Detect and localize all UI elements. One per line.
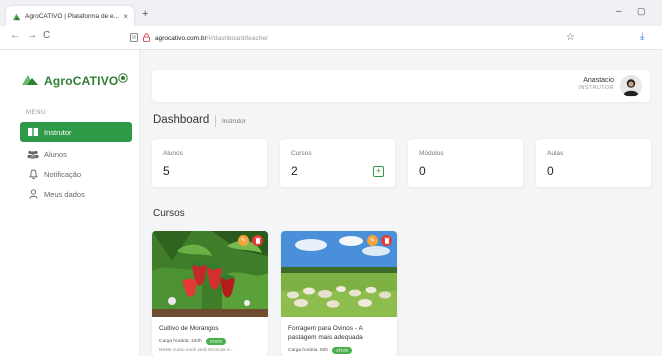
address-bar[interactable]: agrocativo.com.br/#/dashboard/teacher [130,33,268,44]
avatar[interactable] [620,75,642,97]
tab-close-icon[interactable]: × [123,12,128,21]
sidebar-item-meus-dados[interactable]: Meus dados [20,184,132,204]
page-icon [130,33,138,44]
browser-tab[interactable]: AgroCATIVO | Plataforma de e... × [6,6,134,26]
brand-logo[interactable]: AgroCATIVO [22,72,118,90]
sidebar-item-label: Meus dados [44,189,85,199]
brand-name: AgroCATIVO [44,74,119,88]
sidebar-item-label: Instrutor [44,127,72,137]
status-badge: ATIVO [332,347,353,354]
users-icon [27,150,39,159]
bell-icon [27,169,39,179]
window-minimize-button[interactable]: – [616,6,622,17]
back-arrow-icon[interactable]: ← [10,30,20,41]
sidebar-item-instrutor[interactable]: Instrutor [20,122,132,142]
page-subtitle: Instrutor [222,118,246,125]
course-actions: ✎ [367,235,392,246]
delete-course-trash-icon[interactable] [381,235,392,246]
title-divider [215,115,216,127]
browser-navbar: ← → C agrocativo.com.br/#/dashboard/teac… [0,26,662,50]
board-icon [27,128,39,136]
stat-card-modulos: Módulos 0 [408,139,523,187]
sidebar-item-alunos[interactable]: Alunos [20,144,132,164]
user-name: Anastacio [583,77,614,84]
stat-value: 2 [291,164,298,178]
user-info[interactable]: Anastacio INSTRUTOR [578,77,614,91]
course-description: Neste curso você verá técnicas e... [159,348,234,353]
menu-label: MENU [26,110,47,116]
agrocativo-logo-icon [22,72,38,90]
sidebar-item-label: Alunos [44,149,67,159]
course-name: Cultivo de Morangos [159,325,219,332]
sidebar-item-notificacao[interactable]: Notificação [20,164,132,184]
stat-label: Aulas [547,150,564,157]
course-meta: Carga horária: 100h ATIVO [159,338,226,345]
address-host: agrocativo.com.br [155,35,207,42]
edit-course-pencil-icon[interactable]: ✎ [367,235,378,246]
course-meta: Carga horária: 60h ATIVO [288,347,353,354]
stat-label: Alunos [163,150,183,157]
window-maximize-button[interactable]: ▢ [637,6,646,17]
stat-card-aulas: Aulas 0 [536,139,651,187]
course-actions: ✎ [238,235,263,246]
course-name: Forragem para Ovinos - A pastagem mais a… [288,325,363,341]
stat-label: Módulos [419,150,444,157]
course-card[interactable]: ✎ Forragem para Ovinos - A pastagem mais… [281,231,397,356]
courses-section-title: Cursos [153,208,185,219]
course-workload: Carga horária: 60h [288,348,328,353]
lock-icon [143,33,150,44]
course-card[interactable]: ✎ Cultivo de Morangos Carga horária: 100… [152,231,268,356]
dark-mode-moon-icon[interactable] [164,79,172,91]
stat-value: 0 [547,164,554,178]
add-course-button[interactable]: + [373,166,384,177]
bookmark-star-icon[interactable]: ☆ [566,32,575,43]
stat-card-alunos: Alunos 5 [152,139,267,187]
stat-label: Cursos [291,150,312,157]
agrocativo-favicon-icon [12,12,21,21]
stat-card-cursos: Cursos 2 + [280,139,395,187]
top-bar: Anastacio INSTRUTOR [152,70,650,102]
user-role: INSTRUTOR [578,85,614,91]
tab-title: AgroCATIVO | Plataforma de e... [25,12,120,20]
address-path: /#/dashboard/teacher [206,35,269,42]
reload-icon[interactable]: C [43,30,50,41]
page-title: Dashboard [153,114,210,126]
download-icon[interactable]: ⤓ [640,31,644,42]
browser-tabbar: AgroCATIVO | Plataforma de e... × + – ▢ [0,0,662,26]
stat-value: 5 [163,164,170,178]
stat-value: 0 [419,164,426,178]
status-badge: ATIVO [205,338,226,345]
course-workload: Carga horária: 100h [159,339,202,344]
sidebar-item-label: Notificação [44,169,82,179]
delete-course-trash-icon[interactable] [252,235,263,246]
forward-arrow-icon[interactable]: → [27,30,37,41]
sidebar-toggle-icon[interactable] [118,73,128,85]
user-icon [27,189,39,199]
new-tab-button[interactable]: + [142,6,148,22]
sidebar: AgroCATIVO MENU Instrutor Alunos Notific… [0,50,140,356]
edit-course-pencil-icon[interactable]: ✎ [238,235,249,246]
